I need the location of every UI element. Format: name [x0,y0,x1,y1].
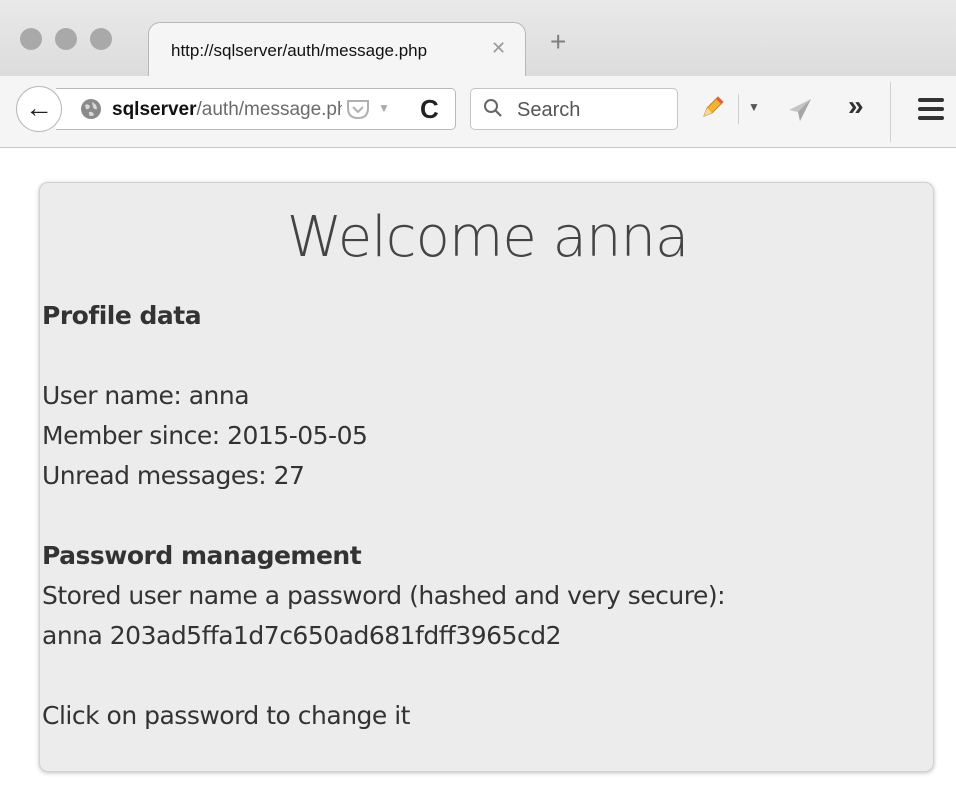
tab-close-icon[interactable]: ✕ [491,38,506,59]
profile-heading: Profile data [42,301,202,330]
search-bar[interactable]: Search [470,88,678,130]
tab-bar: http://sqlserver/auth/message.php ✕ + [0,0,956,76]
globe-icon [81,99,101,119]
url-host: sqlserver [112,99,197,120]
url-dropdown-icon[interactable]: ▼ [378,101,390,115]
navigation-bar: sqlserver/auth/message.php ▼ C ← Search … [0,76,956,148]
search-icon [484,99,502,117]
reload-icon[interactable]: C [420,94,439,125]
welcome-heading: Welcome anna [286,205,690,270]
member-since: Member since: 2015-05-05 [42,421,368,450]
profile-panel: Welcome anna Profile data User name: ann… [39,182,934,772]
minimize-window-dot[interactable] [55,28,77,50]
toolbar-separator [738,94,739,124]
address-bar[interactable]: sqlserver/auth/message.php ▼ C [56,88,456,130]
pocket-icon[interactable] [346,98,370,120]
send-icon[interactable] [786,96,814,124]
maximize-window-dot[interactable] [90,28,112,50]
password-hash-link[interactable]: anna 203ad5ffa1d7c650ad681fdff3965cd2 [42,621,561,650]
pencil-dropdown-icon[interactable]: ▼ [748,100,760,114]
change-password-hint: Click on password to change it [42,701,410,730]
unread-messages: Unread messages: 27 [42,461,305,490]
toolbar-separator [890,82,891,142]
url-text[interactable]: sqlserver/auth/message.php [112,99,342,121]
tab-title: http://sqlserver/auth/message.php [171,41,428,60]
user-name: User name: anna [42,381,250,410]
pencil-icon[interactable] [698,94,726,122]
browser-tab[interactable]: http://sqlserver/auth/message.php ✕ [148,22,526,76]
hamburger-menu-icon[interactable] [918,98,944,122]
close-window-dot[interactable] [20,28,42,50]
url-path: /auth/message.php [196,99,342,120]
overflow-icon[interactable]: » [848,90,864,122]
password-heading: Password management [42,541,362,570]
stored-text: Stored user name a password (hashed and … [42,581,726,610]
back-button[interactable]: ← [16,86,62,132]
search-placeholder: Search [517,99,581,121]
new-tab-button[interactable]: + [550,28,566,56]
